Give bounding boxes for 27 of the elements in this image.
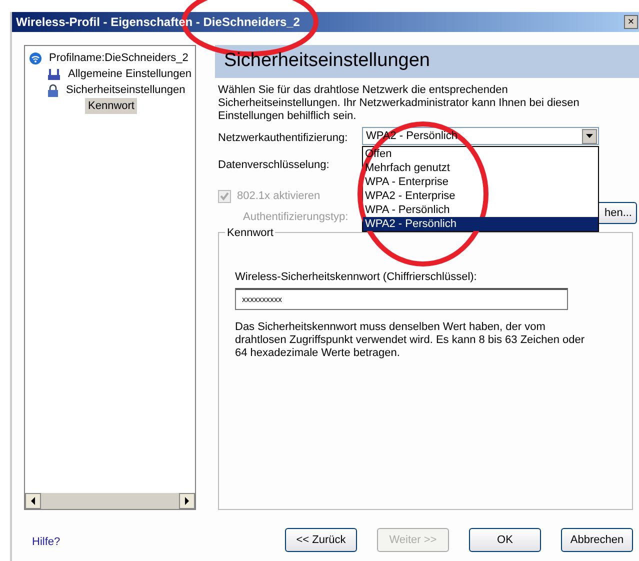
tree-item[interactable]: Profilname:DieSchneiders_2 xyxy=(46,50,192,66)
section-heading: Sicherheitseinstellungen xyxy=(224,49,430,74)
network-icon xyxy=(47,68,61,80)
dialog-button[interactable]: << Zurück xyxy=(285,528,357,552)
scroll-left-icon[interactable] xyxy=(25,493,41,509)
password-field[interactable]: xxxxxxxxxx xyxy=(235,288,568,310)
tree-item[interactable]: Sicherheitseinstellungen xyxy=(63,82,188,98)
wifi-icon xyxy=(29,52,42,64)
dropdown-option[interactable]: WPA2 - Persönlich xyxy=(363,217,598,231)
auth-label: Netzwerkauthentifizierung: xyxy=(218,131,348,146)
tree-item[interactable]: Allgemeine Einstellungen xyxy=(65,66,195,82)
help-link[interactable]: Hilfe? xyxy=(32,534,60,550)
auth-type-label: Authentifizierungstyp: xyxy=(243,210,348,225)
dropdown-option[interactable]: WPA - Enterprise xyxy=(363,175,598,189)
intro-text: Wählen Sie für das drahtlose Netzwerk die entsprechenden Sicherheitseinstellungen. Ihr Netzwerkadministrator kann Ihnen bei diesen Einstellungen behilflich sein. xyxy=(218,84,580,123)
encryption-label: Datenverschlüsselung: xyxy=(218,158,330,173)
dialog-button[interactable]: OK xyxy=(469,528,541,552)
dialog-button[interactable]: Abbrechen xyxy=(561,528,633,552)
lock-icon xyxy=(47,84,59,96)
dropdown-option[interactable]: WPA2 - Enterprise xyxy=(363,189,598,203)
scroll-right-icon[interactable] xyxy=(179,493,195,509)
horizontal-scrollbar[interactable] xyxy=(25,493,195,509)
password-label: Wireless-Sicherheitskennwort (Chiffrierschlüssel): xyxy=(235,270,477,285)
password-note: Das Sicherheitskennwort muss denselben Wert haben, der vom drahtlosen Zugriffspunkt verwendet wird. Es kann 8 bis 63 Zeichen oder 64 hexadezimale Werte betragen. xyxy=(235,321,586,360)
tree-item[interactable]: Kennwort xyxy=(85,98,138,114)
close-button[interactable]: × xyxy=(624,15,638,29)
dot1x-label: 802.1x aktivieren xyxy=(237,189,320,204)
